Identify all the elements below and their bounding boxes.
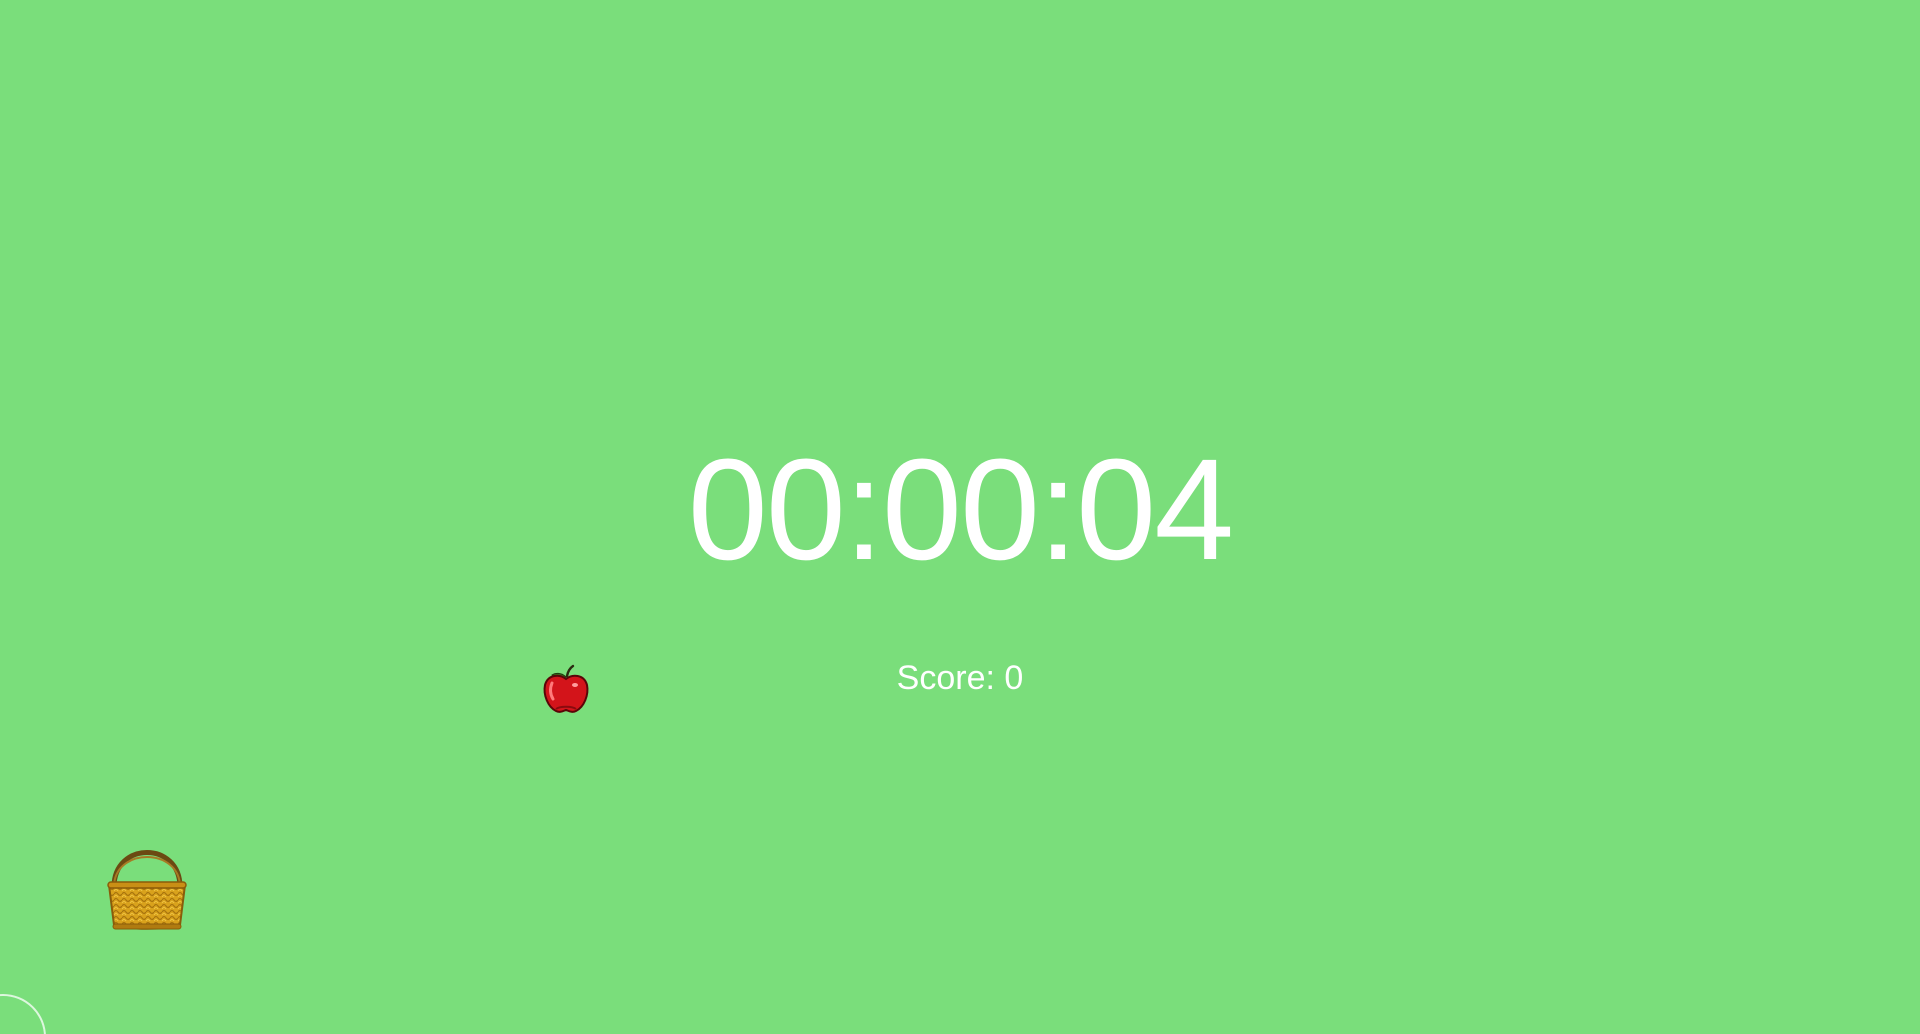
score-label: Score: — [896, 659, 995, 697]
score-display: Score: 0 — [0, 656, 1920, 700]
basket-icon[interactable] — [106, 843, 188, 933]
score-value: 0 — [1004, 659, 1024, 697]
elapsed-timer: 00:00:04 — [687, 429, 1235, 590]
game-area[interactable]: 00:00:04 Score: 0 — [0, 0, 1920, 1034]
apple-icon — [543, 664, 589, 713]
touch-ring-icon — [0, 994, 46, 1034]
